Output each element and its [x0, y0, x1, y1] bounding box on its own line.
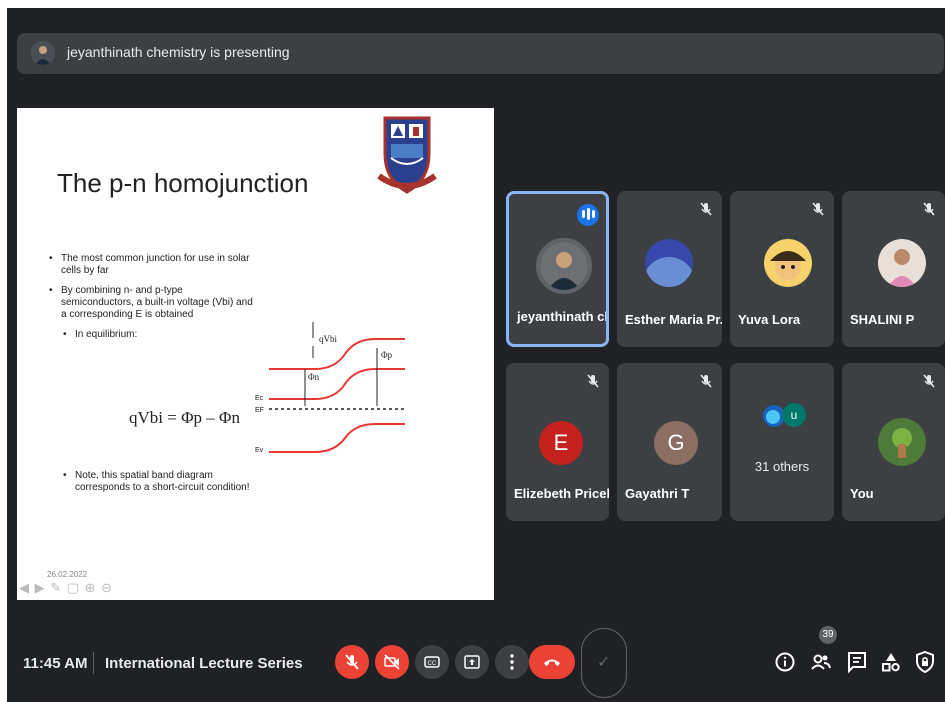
ev-label: Ev: [255, 447, 264, 454]
more-vert-icon: [510, 654, 514, 670]
captions-button[interactable]: CC: [415, 645, 449, 679]
slide-equation: qVbi = Φp – Φn: [129, 408, 240, 427]
participant-name: Esther Maria Pr...: [625, 312, 722, 327]
avatar: [764, 239, 812, 287]
participant-tile[interactable]: You: [842, 363, 945, 521]
meet-window: jeyanthinath chemistry is presenting The…: [7, 8, 945, 702]
meeting-time: 11:45 AM: [23, 655, 88, 672]
slide-bullet-list: The most common junction for use in sola…: [47, 253, 257, 349]
participant-tile[interactable]: Esther Maria Pr...: [617, 191, 722, 347]
mic-toggle-button[interactable]: [335, 645, 369, 679]
chat-icon[interactable]: [845, 650, 869, 674]
participant-tile[interactable]: G Gayathri T: [617, 363, 722, 521]
mic-off-icon: [700, 374, 712, 388]
present-button[interactable]: [455, 645, 489, 679]
mic-off-icon: [700, 202, 712, 216]
slide-bullet: The most common junction for use in sola…: [47, 253, 257, 277]
presenting-banner: jeyanthinath chemistry is presenting: [17, 33, 944, 74]
leave-call-button[interactable]: [529, 645, 575, 679]
participant-name: Gayathri T: [625, 486, 690, 501]
divider: [93, 652, 94, 674]
participant-name: You: [850, 486, 874, 501]
mic-off-icon: [345, 654, 359, 670]
mic-off-icon: [923, 374, 935, 388]
hang-up-icon: [544, 659, 560, 666]
captions-icon: CC: [424, 656, 440, 668]
action-placeholder: ✓: [581, 628, 627, 698]
info-icon[interactable]: [773, 650, 797, 674]
university-logo: [377, 116, 437, 194]
avatar: [878, 418, 926, 466]
avatar: E: [539, 421, 583, 465]
more-options-button[interactable]: [495, 645, 529, 679]
participant-tile[interactable]: jeyanthinath ch...: [506, 191, 609, 347]
host-controls-icon[interactable]: [913, 650, 937, 674]
participant-tile[interactable]: SHALINI P: [842, 191, 945, 347]
slide-date: 26.02.2022: [47, 570, 88, 579]
camera-toggle-button[interactable]: [375, 645, 409, 679]
participant-name: Elizebeth Pricela: [514, 486, 609, 501]
presenting-text: jeyanthinath chemistry is presenting: [67, 44, 290, 60]
present-icon: [464, 655, 480, 669]
slide-sub-bullet: In equilibrium:: [47, 329, 257, 341]
check-icon: ✓: [597, 654, 611, 671]
participant-tile[interactable]: E Elizebeth Pricela: [506, 363, 609, 521]
avatar: [645, 239, 693, 287]
slide-nav-controls[interactable]: ◀ ▶ ✎ ▢ ⊕ ⊖: [19, 580, 113, 596]
presentation-slide: The p-n homojunction The most common jun…: [17, 108, 494, 600]
avatar: [878, 239, 926, 287]
people-count-badge: 39: [819, 626, 837, 644]
phi-n-label: Φn: [308, 372, 320, 382]
mic-off-icon: [923, 202, 935, 216]
participant-tile[interactable]: Yuva Lora: [730, 191, 834, 347]
slide-title: The p-n homojunction: [57, 168, 309, 198]
slide-note: Note, this spatial band diagram correspo…: [63, 470, 265, 494]
avatar: G: [654, 421, 698, 465]
svg-text:CC: CC: [428, 661, 437, 667]
meeting-title: International Lecture Series: [105, 655, 303, 672]
ef-label: EF: [255, 407, 264, 414]
speaking-icon: [577, 204, 599, 226]
qvbi-label: qVbi: [319, 334, 337, 344]
avatar: [536, 238, 592, 294]
bottom-toolbar: 11:45 AM International Lecture Series CC…: [7, 612, 945, 702]
activities-icon[interactable]: [879, 650, 903, 674]
participant-name: jeyanthinath ch...: [517, 309, 606, 324]
camera-off-icon: [384, 654, 400, 670]
participant-name: SHALINI P: [850, 312, 915, 327]
mic-off-icon: [812, 202, 824, 216]
slide-bullet: By combining n- and p-type semiconductor…: [47, 285, 257, 321]
avatar: u: [782, 403, 806, 427]
people-icon[interactable]: [809, 650, 833, 674]
presenter-avatar: [31, 41, 55, 65]
participant-name: Yuva Lora: [738, 312, 801, 327]
others-tile[interactable]: u 31 others: [730, 363, 834, 521]
ec-label: Ec: [255, 395, 264, 402]
band-diagram: qVbi Φn Φp Ec EF Ev: [255, 322, 405, 454]
phi-p-label: Φp: [381, 350, 393, 360]
mic-off-icon: [587, 374, 599, 388]
others-count: 31 others: [754, 459, 810, 474]
